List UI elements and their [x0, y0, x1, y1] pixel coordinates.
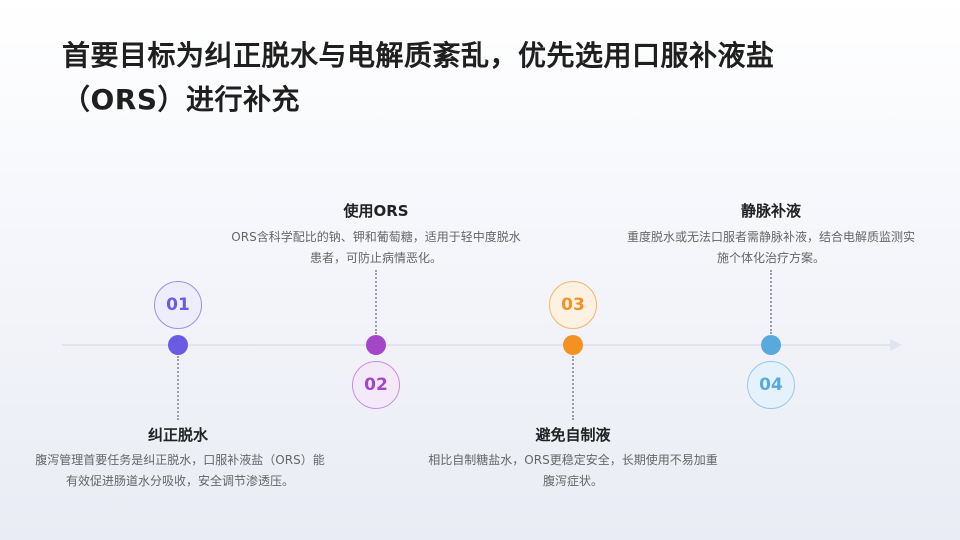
step-1-connector	[177, 356, 179, 420]
step-1-badge: 01	[154, 281, 202, 329]
step-2-badge: 02	[352, 361, 400, 409]
step-2-connector	[375, 270, 377, 334]
step-4-desc: 重度脱水或无法口服者需静脉补液，结合电解质监测实施个体化治疗方案。	[626, 230, 915, 265]
step-4-badge: 04	[747, 361, 795, 409]
step-1-dot	[168, 335, 188, 355]
page-title: 首要目标为纠正脱水与电解质紊乱，优先选用口服补液盐（ORS）进行补充	[62, 39, 775, 116]
step-3-badge: 03	[549, 281, 597, 329]
step-3-title: 避免自制液	[535, 426, 611, 444]
step-1-title: 纠正脱水	[147, 426, 208, 444]
timeline-arrow-icon	[890, 339, 902, 351]
step-3-dot	[563, 335, 583, 355]
step-1-desc: 腹泻管理首要任务是纠正脱水，口服补液盐（ORS）能有效促进肠道水分吸收，安全调节…	[35, 453, 325, 488]
step-4-dot	[761, 335, 781, 355]
step-2-desc: ORS含科学配比的钠、钾和葡萄糖，适用于轻中度脱水患者，可防止病情恶化。	[231, 230, 521, 265]
step-2-dot	[366, 335, 386, 355]
step-4-connector	[770, 270, 772, 334]
step-4-title: 静脉补液	[740, 202, 801, 220]
step-3-desc: 相比自制糖盐水，ORS更稳定安全，长期使用不易加重腹泻症状。	[428, 453, 718, 488]
step-3-connector	[572, 356, 574, 420]
step-2-title: 使用ORS	[343, 202, 409, 220]
